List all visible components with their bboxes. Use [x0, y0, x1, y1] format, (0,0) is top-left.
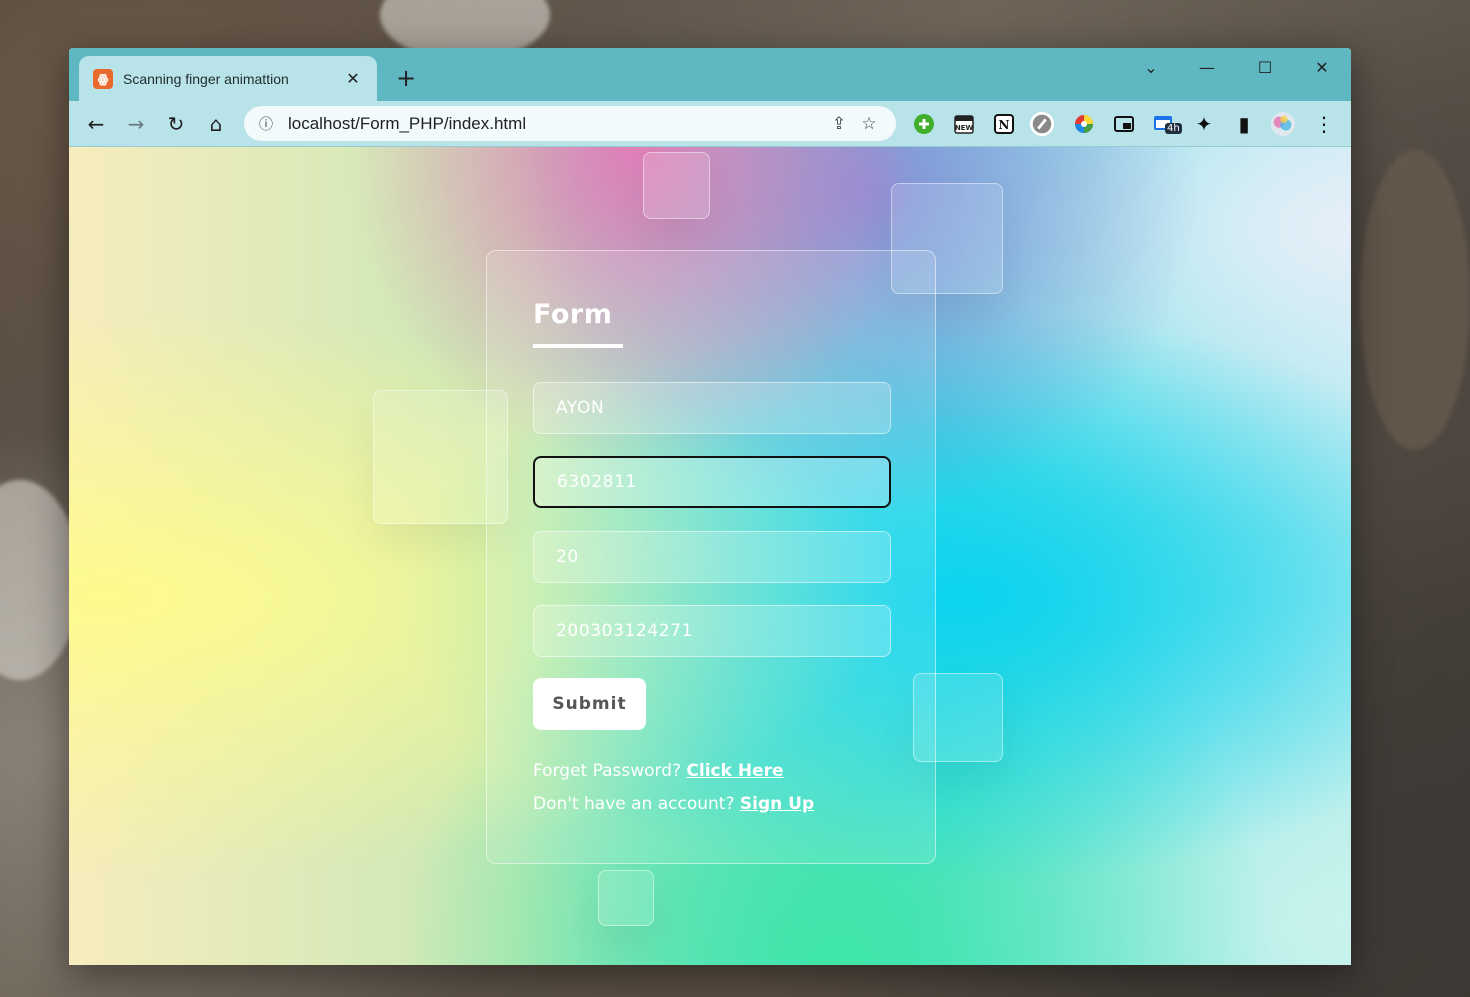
compass-extension-icon[interactable] [1029, 111, 1055, 137]
form-title: Form [533, 299, 613, 330]
sign-up-link[interactable]: Sign Up [740, 794, 814, 814]
browser-window: ꙮ Scanning finger animattion ✕ + ⌄ — ☐ ✕… [69, 48, 1351, 965]
close-window-button[interactable]: ✕ [1302, 56, 1342, 78]
green-plus-extension-icon[interactable] [911, 111, 937, 137]
profile-avatar[interactable] [1270, 111, 1296, 137]
close-tab-icon[interactable]: ✕ [343, 69, 363, 88]
reload-button[interactable]: ↻ [161, 109, 191, 139]
click-here-link[interactable]: Click Here [686, 761, 783, 781]
xampp-favicon-icon: ꙮ [93, 68, 113, 89]
forward-button[interactable]: → [121, 109, 151, 139]
picture-in-picture-icon[interactable] [1111, 111, 1137, 137]
maximize-button[interactable]: ☐ [1245, 56, 1285, 78]
timer-extension-icon[interactable]: 4h [1151, 111, 1182, 137]
number-input[interactable]: 200303124271 [533, 605, 891, 657]
url-text[interactable]: localhost/Form_PHP/index.html [288, 114, 824, 134]
new-calendar-extension-icon[interactable]: NEW [951, 111, 977, 137]
svg-text:N: N [999, 118, 1010, 132]
browser-toolbar: ← → ↻ ⌂ ⓘ localhost/Form_PHP/index.html … [69, 101, 1351, 147]
svg-text:NEW: NEW [955, 124, 974, 132]
extension-badge: 4h [1165, 123, 1182, 134]
signup-line: Don't have an account? Sign Up [533, 794, 814, 814]
forgot-password-text: Forget Password? [533, 761, 682, 781]
browser-tab[interactable]: ꙮ Scanning finger animattion ✕ [79, 56, 377, 101]
id-input[interactable]: 6302811 [533, 456, 891, 508]
submit-button[interactable]: Submit [533, 678, 646, 730]
extensions-puzzle-icon[interactable]: ✦ [1191, 111, 1217, 137]
page-content: Form AYON 6302811 20 200303124271 Submit… [69, 147, 1351, 965]
desktop-wallpaper-shape [1360, 150, 1470, 450]
back-button[interactable]: ← [81, 109, 111, 139]
minimize-button[interactable]: — [1187, 56, 1227, 78]
tab-title: Scanning finger animattion [123, 70, 289, 87]
decorative-glass-square [643, 152, 710, 219]
more-menu-icon[interactable]: ⋮ [1311, 111, 1337, 137]
share-icon[interactable]: ⇪ [824, 109, 854, 139]
forgot-password-line: Forget Password? Click Here [533, 761, 784, 781]
side-panel-icon[interactable]: ▮ [1231, 111, 1257, 137]
bookmark-star-icon[interactable]: ☆ [854, 109, 884, 139]
name-input[interactable]: AYON [533, 382, 891, 434]
tab-search-dropdown-icon[interactable]: ⌄ [1131, 56, 1171, 78]
home-button[interactable]: ⌂ [201, 109, 231, 139]
desktop-wallpaper-shape [0, 480, 80, 680]
new-tab-button[interactable]: + [393, 64, 419, 92]
age-input[interactable]: 20 [533, 531, 891, 583]
color-wheel-extension-icon[interactable] [1071, 111, 1097, 137]
title-bar: ꙮ Scanning finger animattion ✕ + ⌄ — ☐ ✕ [69, 48, 1351, 101]
signup-text: Don't have an account? [533, 794, 735, 814]
site-info-icon[interactable]: ⓘ [256, 114, 276, 134]
title-underline [533, 344, 623, 348]
address-bar[interactable]: ⓘ localhost/Form_PHP/index.html ⇪ ☆ [244, 106, 896, 141]
notion-extension-icon[interactable]: N [991, 111, 1017, 137]
form-card: Form AYON 6302811 20 200303124271 Submit… [486, 250, 936, 864]
decorative-glass-square [598, 870, 654, 926]
